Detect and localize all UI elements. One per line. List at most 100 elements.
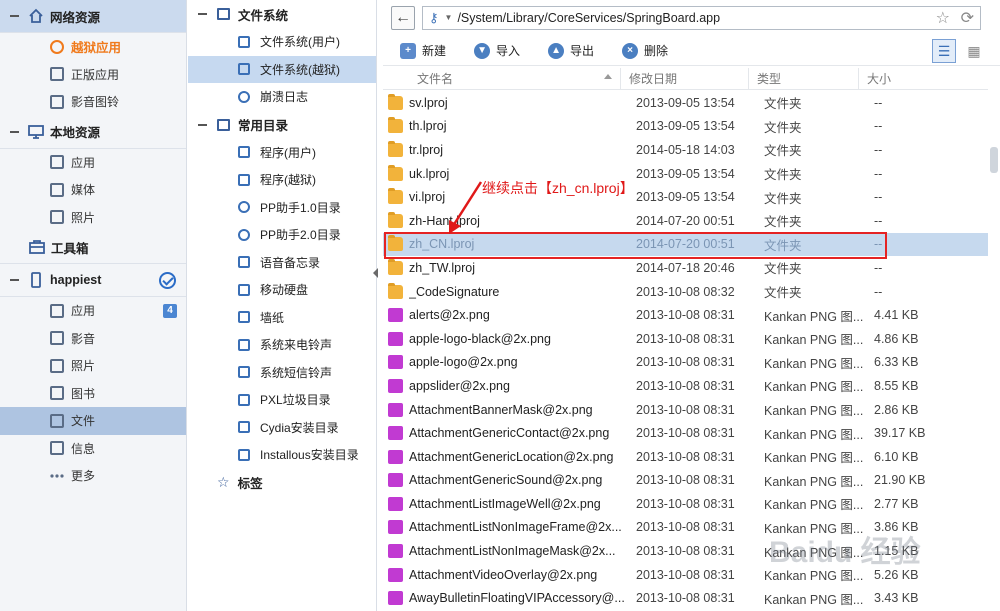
- tree-item-common-8[interactable]: 系统短信铃声: [188, 359, 376, 387]
- png-file-icon: [388, 426, 403, 441]
- file-row[interactable]: tr.lproj 2014-05-18 14:03 文件夹 --: [383, 138, 988, 162]
- tree-item-common-2[interactable]: PP助手1.0目录: [188, 194, 376, 222]
- sidebar-item-jailbreak-apps[interactable]: 越狱应用: [0, 33, 186, 61]
- path-input[interactable]: ⚷ ▼ /System/Library/CoreServices/SpringB…: [422, 5, 981, 30]
- tree-item-common-9[interactable]: PXL垃圾目录: [188, 386, 376, 414]
- refresh-icon[interactable]: ⟳: [961, 8, 974, 28]
- grid-icon: [50, 155, 64, 170]
- delete-button[interactable]: × 删除: [622, 42, 668, 59]
- tree-item-common-1[interactable]: 程序(越狱): [188, 166, 376, 194]
- tree-section-bookmarks[interactable]: ☆ 标签: [188, 469, 376, 497]
- sidebar-section-network[interactable]: 网络资源: [0, 0, 186, 33]
- file-date: 2013-10-08 08:31: [636, 449, 735, 464]
- column-header-type[interactable]: 类型: [749, 68, 859, 89]
- tree-section-filesystem[interactable]: 文件系统: [188, 0, 376, 28]
- sidebar-item-device-more[interactable]: 更多: [0, 462, 186, 490]
- apps-icon: [50, 67, 64, 82]
- list-view-button[interactable]: ☰: [932, 39, 956, 63]
- sidebar-section-device[interactable]: happiest: [0, 264, 186, 297]
- grid-icon: [50, 303, 64, 318]
- tree-item-common-3[interactable]: PP助手2.0目录: [188, 221, 376, 249]
- tree-item-common-5[interactable]: 移动硬盘: [188, 276, 376, 304]
- collapse-icon[interactable]: [10, 279, 19, 281]
- new-button[interactable]: + 新建: [400, 42, 446, 59]
- button-label: 导入: [496, 44, 521, 58]
- file-row[interactable]: AttachmentGenericSound@2x.png 2013-10-08 …: [383, 469, 988, 493]
- tree-item-common-6[interactable]: 墙纸: [188, 304, 376, 332]
- tree-item-crash-logs[interactable]: 崩溃日志: [188, 83, 376, 111]
- file-type: 文件夹: [764, 144, 802, 159]
- file-size: 4.86 KB: [874, 331, 919, 346]
- file-type: Kankan PNG 图...: [764, 404, 864, 419]
- column-label: 修改日期: [629, 72, 678, 86]
- sidebar-item-local-apps[interactable]: 应用: [0, 149, 186, 177]
- back-button[interactable]: ←: [391, 5, 415, 30]
- tree-item-fs-user[interactable]: 文件系统(用户): [188, 28, 376, 56]
- file-row[interactable]: AwayBulletinFloatingVIPAccessory@... 2013…: [383, 586, 988, 610]
- collapse-icon[interactable]: [10, 15, 19, 17]
- dropdown-caret-icon[interactable]: ▼: [445, 13, 453, 22]
- sidebar-item-device-apps[interactable]: 应用 4: [0, 297, 186, 325]
- scrollbar-thumb[interactable]: [990, 147, 998, 173]
- file-row[interactable]: AttachmentGenericContact@2x.png 2013-10-0…: [383, 421, 988, 445]
- file-row[interactable]: AttachmentGenericLocation@2x.png 2013-10-…: [383, 445, 988, 469]
- sidebar-item-device-messages[interactable]: 信息: [0, 435, 186, 463]
- column-header-name[interactable]: 文件名: [383, 68, 621, 89]
- star-icon[interactable]: ☆: [936, 8, 950, 28]
- file-row[interactable]: zh_CN.lproj 2014-07-20 00:51 文件夹 --: [383, 232, 988, 257]
- file-row[interactable]: zh_TW.lproj 2014-07-18 20:46 文件夹 --: [383, 256, 988, 280]
- file-row[interactable]: apple-logo@2x.png 2013-10-08 08:31 Kankan …: [383, 351, 988, 375]
- file-row[interactable]: AttachmentListNonImageFrame@2x... 2013-10…: [383, 516, 988, 540]
- sidebar-item-official-apps[interactable]: 正版应用: [0, 61, 186, 89]
- tree-section-common[interactable]: 常用目录: [188, 111, 376, 139]
- monitor-icon: [217, 8, 230, 20]
- vertical-scrollbar[interactable]: [988, 91, 1000, 611]
- folder-icon: [388, 164, 403, 181]
- tree-item-common-4[interactable]: 语音备忘录: [188, 249, 376, 277]
- file-row[interactable]: AttachmentListImageWell@2x.png 2013-10-08…: [383, 492, 988, 516]
- file-size: 2.86 KB: [874, 402, 919, 417]
- file-size: 39.17 KB: [874, 426, 926, 441]
- sidebar-item-device-photos[interactable]: 照片: [0, 352, 186, 380]
- file-row[interactable]: AttachmentVideoOverlay@2x.png 2013-10-08 …: [383, 563, 988, 587]
- sidebar-item-local-media[interactable]: 媒体: [0, 176, 186, 204]
- sidebar-item-device-media[interactable]: 影音: [0, 325, 186, 353]
- column-header-size[interactable]: 大小: [859, 68, 988, 89]
- collapse-icon[interactable]: [198, 123, 207, 126]
- column-header-date[interactable]: 修改日期: [621, 68, 749, 89]
- file-row[interactable]: AttachmentListNonImageMask@2x... 2013-10-…: [383, 539, 988, 563]
- sidebar-section-local[interactable]: 本地资源: [0, 115, 186, 149]
- tree-item-common-7[interactable]: 系统来电铃声: [188, 331, 376, 359]
- collapse-panel-icon[interactable]: [373, 268, 378, 278]
- collapse-icon[interactable]: [10, 130, 19, 133]
- sidebar-item-device-books[interactable]: 图书: [0, 380, 186, 408]
- collapse-icon[interactable]: [198, 13, 207, 15]
- file-row[interactable]: alerts@2x.png 2013-10-08 08:31 Kankan PNG …: [383, 303, 988, 327]
- file-row[interactable]: _CodeSignature 2013-10-08 08:32 文件夹 --: [383, 280, 988, 304]
- file-size: --: [874, 213, 883, 228]
- tree-item-common-11[interactable]: Installous安装目录: [188, 441, 376, 469]
- sidebar-item-device-files[interactable]: 文件: [0, 407, 186, 435]
- tree-item-common-0[interactable]: 程序(用户): [188, 139, 376, 167]
- file-row[interactable]: th.lproj 2013-09-05 13:54 文件夹 --: [383, 115, 988, 139]
- grid-view-button[interactable]: ▦: [962, 39, 986, 63]
- sidebar-item-media-ringtones[interactable]: 影音图铃: [0, 88, 186, 116]
- file-row[interactable]: AttachmentBannerMask@2x.png 2013-10-08 08…: [383, 398, 988, 422]
- import-button[interactable]: ▼ 导入: [474, 42, 520, 59]
- file-row[interactable]: appslider@2x.png 2013-10-08 08:31 Kankan P…: [383, 374, 988, 398]
- list-icon: [238, 393, 250, 406]
- tree-item-fs-jailbreak[interactable]: 文件系统(越狱): [188, 55, 376, 83]
- tree-item-common-10[interactable]: Cydia安装目录: [188, 414, 376, 442]
- toolbar: + 新建 ▼ 导入 ▲ 导出 × 删除 ☰ ▦: [383, 36, 1000, 66]
- file-row[interactable]: sv.lproj 2013-09-05 13:54 文件夹 --: [383, 91, 988, 115]
- file-date: 2013-10-08 08:31: [636, 426, 735, 441]
- sidebar-item-label: 照片: [71, 210, 96, 225]
- export-button[interactable]: ▲ 导出: [548, 42, 594, 59]
- sidebar-section-toolbox[interactable]: 工具箱: [0, 231, 186, 264]
- annotation-text: 继续点击【zh_cn.lproj】: [482, 180, 634, 196]
- file-date: 2014-07-20 00:51: [636, 213, 735, 228]
- file-type: 文件夹: [764, 238, 802, 253]
- sidebar-item-local-photos[interactable]: 照片: [0, 204, 186, 232]
- sidebar-item-label: 更多: [71, 469, 96, 484]
- file-row[interactable]: apple-logo-black@2x.png 2013-10-08 08:31 K…: [383, 327, 988, 351]
